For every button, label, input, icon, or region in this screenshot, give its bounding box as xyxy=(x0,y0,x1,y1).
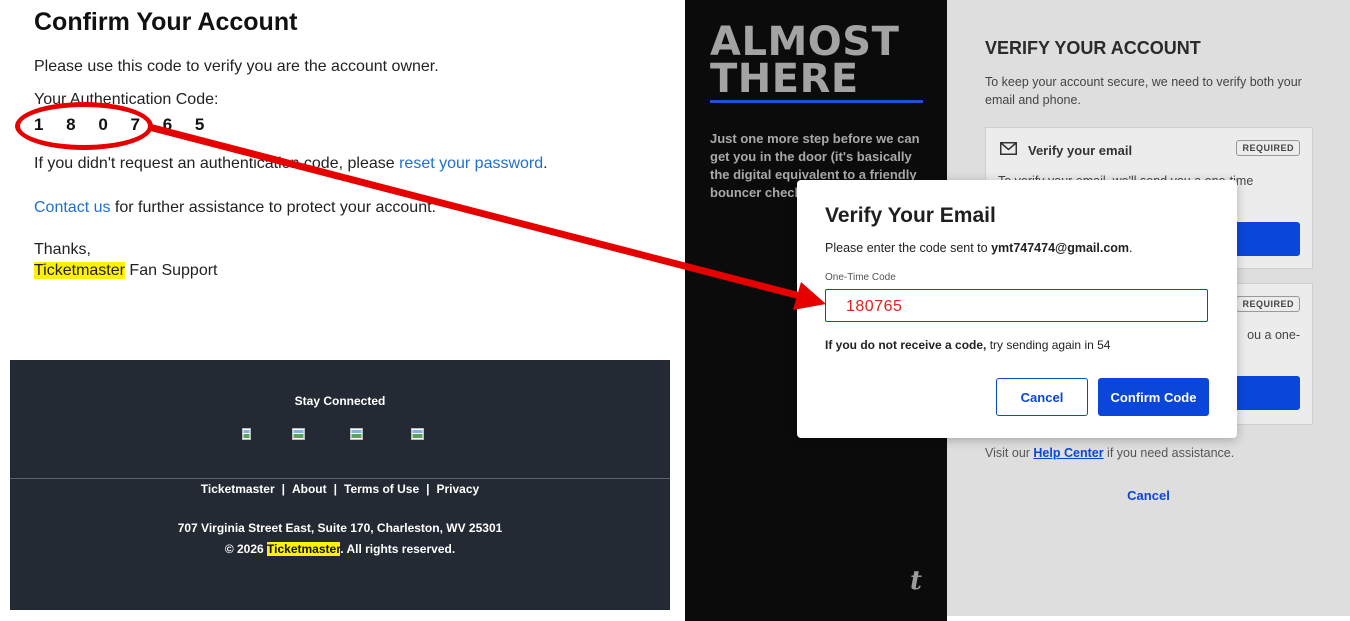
broken-image-icon[interactable] xyxy=(292,428,305,441)
modal-description: Please enter the code sent to ymt747474@… xyxy=(825,241,1133,255)
footer-copyright: © 2026 Ticketmaster. All rights reserved… xyxy=(10,542,670,556)
hero-line-2: THERE xyxy=(710,56,859,102)
verify-account-desc: To keep your account secure, we need to … xyxy=(985,75,1302,107)
modal-desc-prefix: Please enter the code sent to xyxy=(825,241,992,255)
page-cancel-link[interactable]: Cancel xyxy=(947,488,1350,503)
one-time-code-value: 180765 xyxy=(846,298,903,315)
verify-phone-text: ou a one- xyxy=(1247,328,1300,342)
email-footer: Stay Connected Ticketmaster | About | Terms … xyxy=(10,360,670,610)
email-intro: Please use this code to verify you are t… xyxy=(34,58,439,75)
confirm-code-button[interactable]: Confirm Code xyxy=(1098,378,1209,416)
verify-email-label: Verify your email xyxy=(1028,143,1133,158)
reset-password-link[interactable]: reset your password xyxy=(399,155,543,172)
footer-link-about[interactable]: About xyxy=(292,482,327,496)
verify-account-title: VERIFY YOUR ACCOUNT xyxy=(985,38,1201,58)
envelope-icon xyxy=(1000,142,1017,160)
signature: Ticketmaster Fan Support xyxy=(34,262,217,280)
required-badge: REQUIRED xyxy=(1236,140,1300,156)
footer-link-privacy[interactable]: Privacy xyxy=(437,482,480,496)
social-icons xyxy=(240,428,440,444)
help-prefix: Visit our xyxy=(985,446,1034,460)
broken-image-icon[interactable] xyxy=(411,428,424,441)
help-center-link[interactable]: Help Center xyxy=(1033,446,1103,460)
modal-cancel-button[interactable]: Cancel xyxy=(996,378,1088,416)
contact-us-link[interactable]: Contact us xyxy=(34,199,110,216)
resend-help: If you do not receive a code, try sendin… xyxy=(825,338,1110,352)
help-suffix: if you need assistance. xyxy=(1103,446,1235,460)
footer-address: 707 Virginia Street East, Suite 170, Cha… xyxy=(177,521,503,535)
email-title: Confirm Your Account xyxy=(34,8,298,36)
contact-line: Contact us for further assistance to pro… xyxy=(34,199,436,217)
one-time-code-input[interactable]: 180765 xyxy=(825,289,1208,322)
stay-connected-heading: Stay Connected xyxy=(294,394,386,408)
copyright-suffix: . All rights reserved. xyxy=(340,542,456,556)
reset-line: If you didn't request an authentication … xyxy=(34,155,548,173)
footer-link-ticketmaster[interactable]: Ticketmaster xyxy=(201,482,275,496)
required-badge: REQUIRED xyxy=(1236,296,1300,312)
red-circle-annotation xyxy=(15,102,153,150)
code-input-label: One-Time Code xyxy=(825,272,896,283)
modal-email: ymt747474@gmail.com xyxy=(991,241,1130,255)
verify-app-panel: ALMOST THERE Just one more step before w… xyxy=(685,0,1350,621)
thanks-text: Thanks, xyxy=(34,241,91,258)
footer-link-terms[interactable]: Terms of Use xyxy=(344,482,419,496)
reset-suffix: . xyxy=(543,155,548,172)
email-panel: Confirm Your Account Please use this cod… xyxy=(0,0,680,621)
broken-image-icon[interactable] xyxy=(350,428,363,441)
resend-help-rest: try sending again in 54 xyxy=(986,338,1111,352)
hero-heading: ALMOST THERE xyxy=(710,22,899,102)
resend-help-bold: If you do not receive a code, xyxy=(825,338,987,352)
help-line: Visit our Help Center if you need assist… xyxy=(985,446,1234,460)
verify-email-modal: Verify Your Email Please enter the code … xyxy=(797,180,1237,438)
broken-image-icon[interactable] xyxy=(242,428,253,441)
signature-brand: Ticketmaster xyxy=(34,262,125,279)
contact-suffix: for further assistance to protect your a… xyxy=(110,199,436,216)
footer-links: Ticketmaster | About | Terms of Use | Privacy xyxy=(200,482,480,496)
footer-divider xyxy=(10,478,670,479)
modal-desc-suffix: . xyxy=(1129,241,1133,255)
ticketmaster-logo: t xyxy=(910,566,923,596)
reset-prefix: If you didn't request an authentication … xyxy=(34,155,400,172)
signature-suffix: Fan Support xyxy=(124,262,218,279)
hero-underline xyxy=(710,100,923,103)
copyright-prefix: © 2026 xyxy=(224,542,268,556)
copyright-brand: Ticketmaster xyxy=(267,542,341,556)
modal-title: Verify Your Email xyxy=(825,204,996,227)
